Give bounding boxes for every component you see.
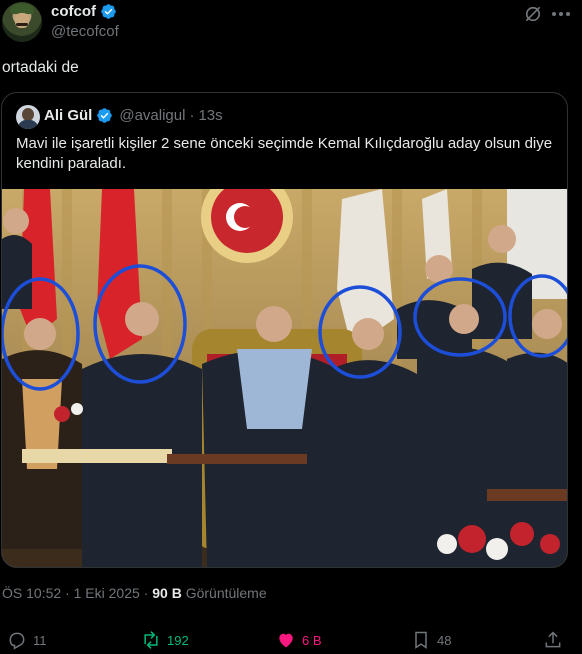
- grok-icon[interactable]: [523, 4, 543, 24]
- quoted-time: 13s: [198, 107, 223, 124]
- share-icon: [545, 631, 561, 648]
- post-date[interactable]: 1 Eki 2025: [74, 585, 140, 601]
- bookmark-icon: [415, 631, 427, 649]
- views-count: 90 B: [152, 585, 182, 601]
- reply-button[interactable]: 11: [7, 630, 47, 650]
- post-text: ortadaki de: [2, 59, 79, 76]
- author-avatar[interactable]: [2, 2, 42, 42]
- repost-button[interactable]: 192: [141, 630, 189, 650]
- post-header: cofcof @tecofcof: [0, 0, 582, 48]
- action-bar: 11 192 6 B 48: [0, 630, 582, 654]
- share-button[interactable]: [543, 630, 563, 650]
- meta-separator: ·: [65, 585, 70, 601]
- author-display-name[interactable]: cofcof: [51, 3, 96, 20]
- views-label: Görüntüleme: [185, 585, 267, 601]
- more-options-icon[interactable]: [552, 12, 574, 18]
- quoted-text: Mavi ile işaretli kişiler 2 sene önceki …: [16, 135, 553, 172]
- meta-separator: ·: [143, 585, 149, 601]
- repost-icon: [144, 631, 158, 649]
- quoted-post[interactable]: Ali Gül @avaligul · 13s Mavi ile işaretl…: [1, 92, 568, 568]
- repost-count: 192: [167, 632, 189, 648]
- author-handle[interactable]: @tecofcof: [51, 23, 119, 40]
- verified-badge-icon: [101, 4, 116, 19]
- post-meta: ÖS 10:52 · 1 Eki 2025 · 90 B Görüntüleme: [2, 585, 267, 601]
- heart-icon: [279, 633, 293, 648]
- quoted-photo[interactable]: [2, 189, 567, 567]
- post-time[interactable]: ÖS 10:52: [2, 585, 61, 601]
- like-button[interactable]: 6 B: [276, 630, 322, 650]
- bookmark-count: 48: [437, 632, 452, 648]
- photo-illustration: [2, 189, 567, 567]
- quoted-handle: @avaligul: [119, 107, 186, 124]
- quoted-separator: ·: [189, 107, 195, 124]
- quoted-display-name: Ali Gül: [44, 107, 93, 124]
- quoted-verified-badge-icon: [97, 108, 113, 123]
- quoted-author-avatar: [16, 105, 40, 129]
- like-count: 6 B: [302, 632, 322, 648]
- author-name-row: cofcof: [51, 3, 117, 20]
- reply-icon: [9, 632, 25, 650]
- reply-count: 11: [33, 632, 47, 648]
- bookmark-button[interactable]: 48: [411, 630, 451, 650]
- quoted-header: Ali Gül @avaligul · 13s: [44, 107, 223, 124]
